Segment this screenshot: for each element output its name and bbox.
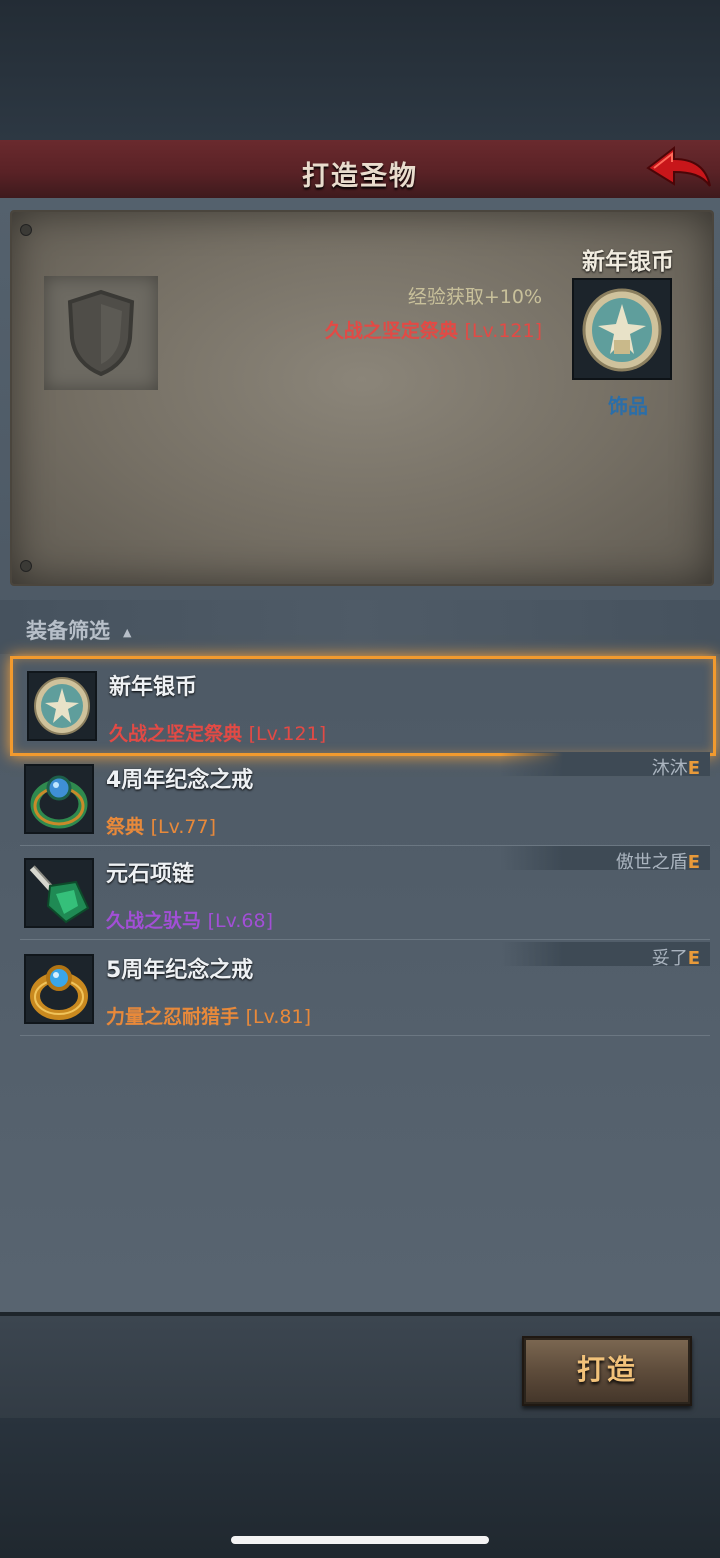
- item-icon-frame: [24, 954, 94, 1024]
- item-name: 5周年纪念之戒: [106, 958, 254, 983]
- set-level: [Lv.68]: [207, 910, 274, 932]
- set-name: 久战之驮马: [106, 910, 208, 932]
- owner-name: 妥了: [651, 948, 688, 969]
- owner-label: 沐沐E: [652, 754, 700, 780]
- item-name: 新年银币: [582, 249, 674, 275]
- set-level: [Lv.121]: [464, 320, 542, 342]
- item-set: 祭典 [Lv.77]: [106, 812, 216, 839]
- list-item[interactable]: 妥了E 5周年纪念之戒 力量之忍耐猎手 [Lv.81]: [10, 942, 710, 1036]
- row-divider: [20, 939, 710, 940]
- set-name: 久战之坚定祭典: [109, 723, 249, 745]
- list-item[interactable]: 傲世之盾E 元石项链 久战之驮马 [Lv.68]: [10, 846, 710, 940]
- item-icon-frame: [572, 278, 672, 380]
- title-bar: 打造圣物: [0, 140, 720, 200]
- item-set: 久战之驮马 [Lv.68]: [106, 906, 273, 933]
- item-name: 元石项链: [106, 862, 195, 887]
- empty-slot: [44, 276, 158, 390]
- set-level: [Lv.81]: [245, 1006, 312, 1028]
- item-set: 力量之忍耐猎手 [Lv.81]: [106, 1002, 311, 1029]
- triangle-up-icon[interactable]: ▲: [123, 626, 131, 639]
- owner-name: 傲世之盾: [615, 852, 688, 873]
- forge-button[interactable]: 打造: [522, 1336, 692, 1406]
- back-button[interactable]: [644, 142, 714, 194]
- item-set: 久战之坚定祭典 [Lv.121]: [109, 719, 326, 746]
- set-level: [Lv.121]: [248, 723, 327, 745]
- gold-ring-icon: [30, 965, 88, 1020]
- row-divider: [20, 1035, 710, 1036]
- owner-label: 傲世之盾E: [616, 848, 700, 874]
- owner-label: 妥了E: [652, 944, 700, 970]
- item-name: 新年银币: [109, 675, 198, 700]
- set-level: [Lv.77]: [150, 816, 217, 838]
- equipped-badge: E: [687, 758, 700, 779]
- list-item[interactable]: 新年银币 久战之坚定祭典 [Lv.121]: [10, 656, 716, 756]
- green-gem-necklace-icon: [29, 865, 90, 924]
- item-type: 饰品: [608, 394, 648, 418]
- set-name: 力量之忍耐猎手: [106, 1006, 246, 1028]
- filter-toggle[interactable]: 装备筛选: [26, 615, 110, 645]
- rivet-icon: [20, 224, 32, 236]
- set-name: 祭典: [106, 816, 151, 838]
- rivet-icon: [20, 560, 32, 572]
- stat-set-bonus: 久战之坚定祭典 [Lv.121]: [325, 316, 542, 343]
- item-icon-frame: [24, 764, 94, 834]
- silver-coin-icon: [34, 677, 90, 735]
- home-indicator[interactable]: [231, 1536, 489, 1544]
- equipped-badge: E: [687, 948, 700, 969]
- green-ring-icon: [30, 775, 88, 829]
- equipped-badge: E: [687, 852, 700, 873]
- item-icon-frame: [24, 858, 94, 928]
- set-name: 久战之坚定祭典: [324, 320, 465, 342]
- stat-exp-bonus: 经验获取+10%: [407, 286, 542, 308]
- item-icon-frame: [27, 671, 97, 741]
- back-arrow-icon: [646, 145, 711, 187]
- status-area: [0, 0, 720, 140]
- shield-icon: [67, 289, 135, 377]
- owner-name: 沐沐: [651, 758, 688, 779]
- silver-coin-icon: [582, 288, 662, 372]
- list-item[interactable]: 沐沐E 4周年纪念之戒 祭典 [Lv.77]: [10, 752, 710, 846]
- item-name: 4周年纪念之戒: [106, 768, 254, 793]
- page-title: 打造圣物: [302, 161, 418, 192]
